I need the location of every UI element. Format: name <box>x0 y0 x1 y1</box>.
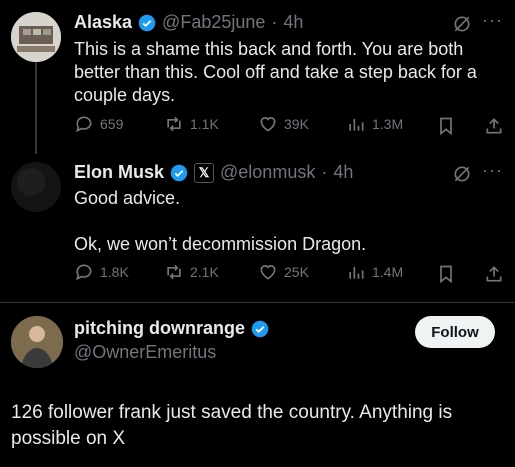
verified-icon <box>170 164 188 181</box>
repost-button[interactable]: 2.1K <box>164 262 219 282</box>
share-icon[interactable] <box>484 264 504 284</box>
avatar[interactable] <box>11 316 63 368</box>
x-affiliate-icon[interactable]: 𝕏 <box>194 162 215 183</box>
bookmark-icon[interactable] <box>436 264 456 284</box>
like-icon <box>260 117 276 132</box>
author-handle[interactable]: @Fab25june <box>162 12 265 33</box>
separator-dot: · <box>321 162 328 182</box>
share-icon[interactable] <box>484 116 504 136</box>
more-icon[interactable]: ··· <box>482 10 503 31</box>
like-icon <box>260 265 276 280</box>
follow-button[interactable]: Follow <box>415 316 495 348</box>
views-count: 1.4M <box>372 264 404 280</box>
separator-dot: · <box>271 12 278 32</box>
like-count: 39K <box>284 116 309 132</box>
avatar[interactable] <box>11 12 61 62</box>
author-name[interactable]: pitching downrange <box>74 318 245 339</box>
repost-button[interactable]: 1.1K <box>164 114 219 134</box>
author-handle[interactable]: @OwnerEmeritus <box>74 342 216 363</box>
tweet-text: This is a shame this back and forth. You… <box>74 39 477 105</box>
like-button[interactable]: 25K <box>258 262 309 282</box>
views-button[interactable]: 1.4M <box>346 262 403 282</box>
views-button[interactable]: 1.3M <box>346 114 403 134</box>
avatar[interactable] <box>11 162 61 212</box>
like-count: 25K <box>284 264 309 280</box>
timestamp[interactable]: 4h <box>333 162 353 183</box>
repost-count: 1.1K <box>190 116 219 132</box>
verified-icon <box>138 14 156 31</box>
more-icon[interactable]: ··· <box>482 160 503 181</box>
reply-button[interactable]: 1.8K <box>74 262 129 282</box>
repost-icon <box>167 264 181 280</box>
grok-icon[interactable] <box>452 164 472 184</box>
grok-icon[interactable] <box>452 14 472 34</box>
views-icon <box>349 119 364 131</box>
like-button[interactable]: 39K <box>258 114 309 134</box>
author-name[interactable]: Alaska <box>74 12 132 33</box>
verified-icon <box>251 320 269 337</box>
reply-button[interactable]: 659 <box>74 114 123 134</box>
tweet-text-line-2: Ok, we won’t decommission Dragon. <box>74 234 367 254</box>
reply-icon <box>75 116 92 133</box>
repost-count: 2.1K <box>190 264 219 280</box>
thread-line <box>35 62 37 154</box>
bookmark-icon[interactable] <box>436 116 456 136</box>
reply-count: 659 <box>100 116 124 132</box>
author-handle[interactable]: @elonmusk <box>220 162 315 183</box>
views-icon <box>349 267 364 279</box>
views-count: 1.3M <box>372 116 404 132</box>
divider <box>0 302 515 303</box>
author-name[interactable]: Elon Musk <box>74 162 164 183</box>
tweet-text-line-1: Good advice. <box>74 188 181 208</box>
reply-count: 1.8K <box>100 264 129 280</box>
repost-icon <box>167 116 181 132</box>
timestamp[interactable]: 4h <box>283 12 303 33</box>
reply-icon <box>75 264 92 281</box>
post-text: 126 follower frank just saved the countr… <box>11 402 453 449</box>
